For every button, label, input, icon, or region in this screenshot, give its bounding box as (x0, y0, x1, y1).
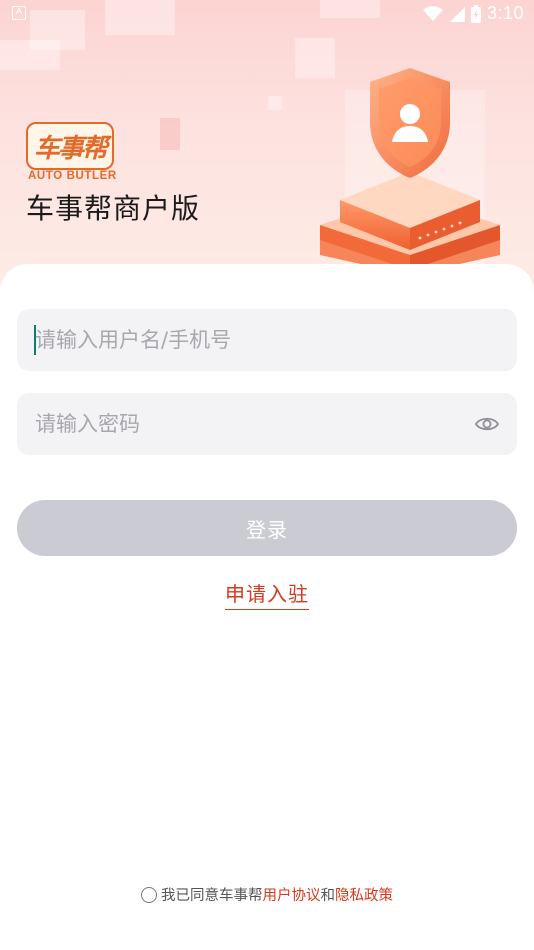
user-agreement-link[interactable]: 用户协议 (263, 884, 321, 905)
status-time: 3:10 (486, 3, 524, 23)
password-input[interactable] (17, 393, 517, 455)
agreement-and: 和 (320, 888, 336, 904)
logo-subtitle: AUTO BUTLER (28, 170, 117, 182)
logo-text: 车事帮 (33, 133, 108, 164)
app-notification-icon: A (12, 6, 26, 20)
agreement-prefix: 我已同意车事帮 (161, 888, 263, 904)
status-bar: A 3:10 (0, 0, 534, 28)
decor-square (268, 96, 282, 110)
radio-icon[interactable] (141, 886, 157, 903)
wifi-icon (422, 5, 443, 21)
username-input[interactable] (17, 309, 517, 371)
decor-square (160, 118, 180, 150)
shield-user-icon (320, 68, 500, 270)
app-title: 车事帮商户版 (26, 192, 201, 225)
brand-logo: 车事帮 (26, 122, 114, 170)
apply-link-container: 申请入驻 (0, 578, 534, 610)
text-caret (34, 325, 36, 355)
password-field-container (17, 393, 517, 455)
login-button[interactable]: 登录 (17, 500, 517, 556)
battery-icon (470, 4, 481, 23)
cellular-signal-icon (449, 6, 465, 22)
eye-icon[interactable] (475, 413, 499, 435)
decor-square (0, 40, 60, 70)
apply-link[interactable]: 申请入驻 (225, 582, 309, 610)
username-field-container (17, 309, 517, 371)
privacy-policy-link[interactable]: 隐私政策 (335, 884, 393, 905)
agreement-row: 我已同意车事帮 用户协议 和 隐私政策 (0, 884, 534, 905)
